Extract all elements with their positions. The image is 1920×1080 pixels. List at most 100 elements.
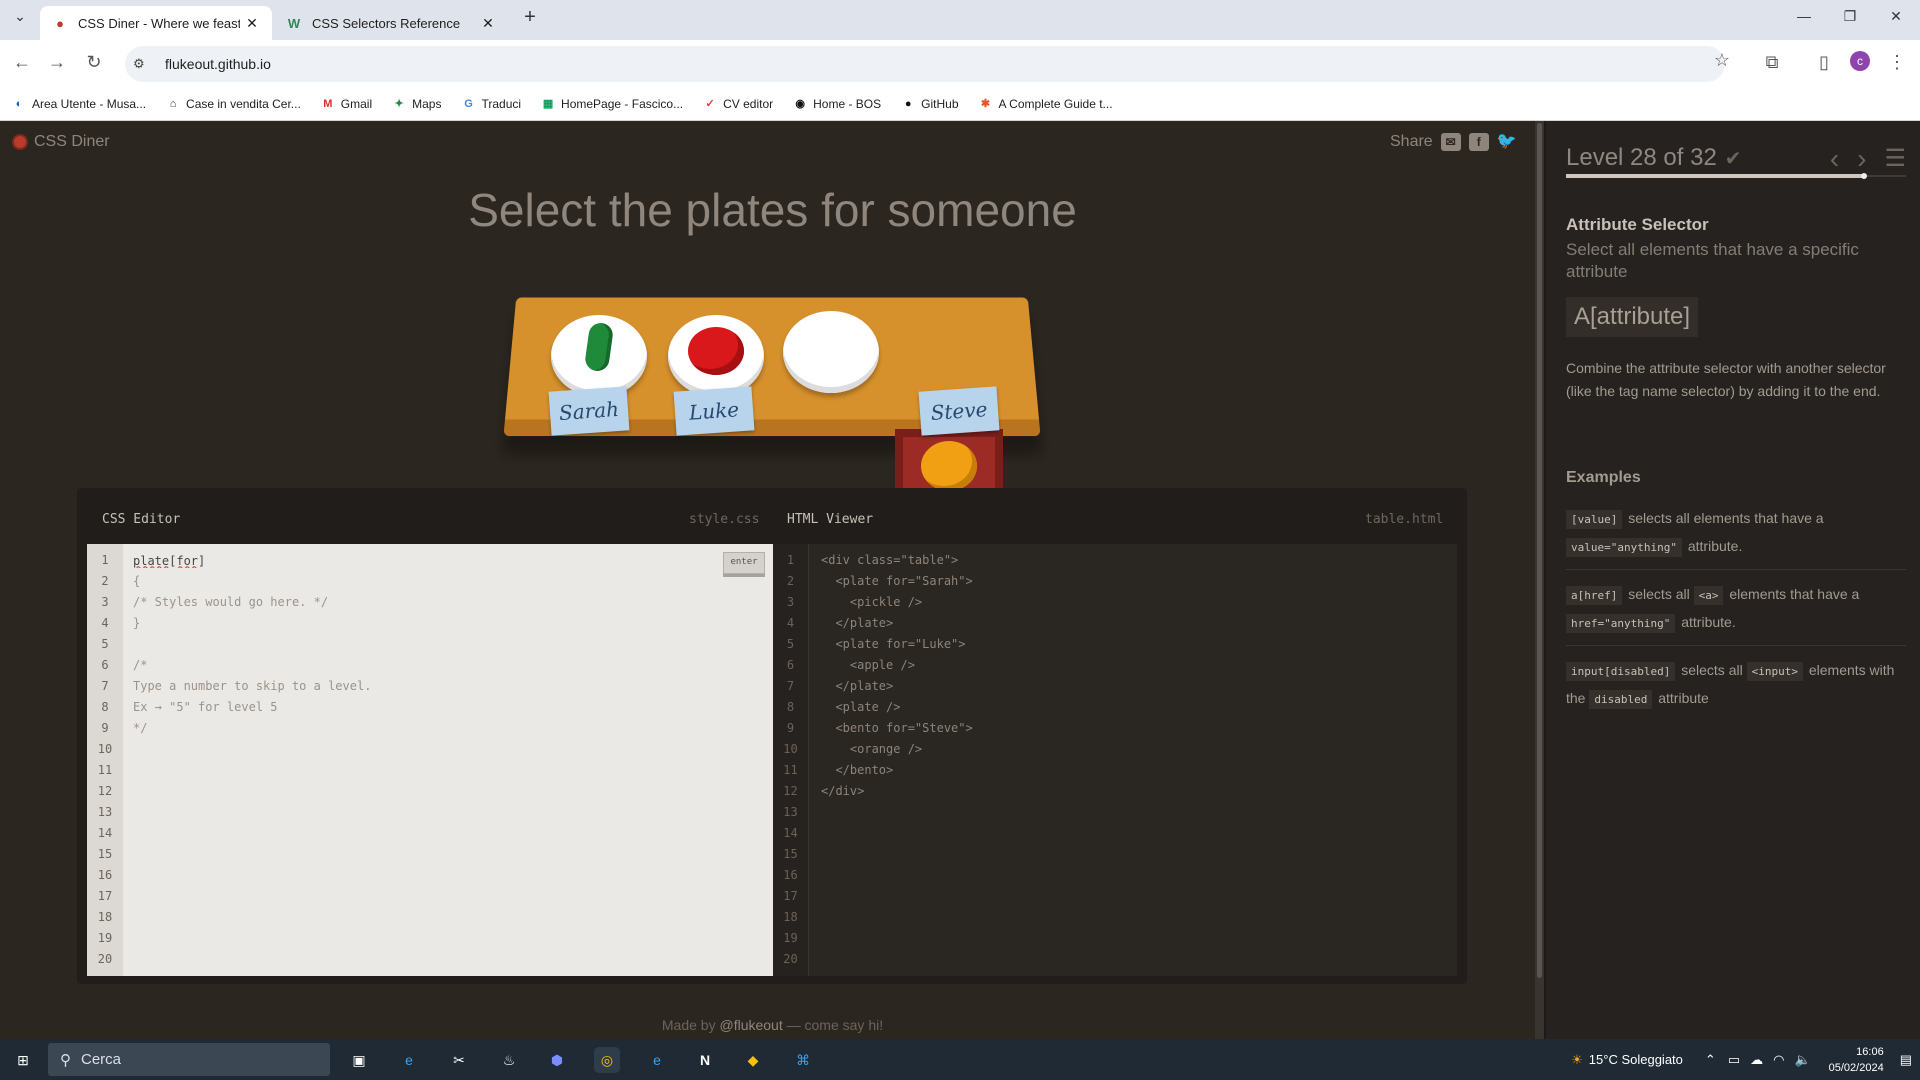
css-code: { /* Styles would go here. */ } /* Type … — [133, 574, 372, 735]
profile-avatar[interactable]: c — [1850, 51, 1870, 71]
steam-icon[interactable]: ♨ — [496, 1047, 522, 1073]
previous-level-icon[interactable]: ‹ — [1830, 141, 1839, 177]
weather-text[interactable]: 15°C Soleggiato — [1589, 1052, 1683, 1067]
author-link[interactable]: @flukeout — [719, 1017, 782, 1033]
vscode-icon[interactable]: ⌘ — [790, 1047, 816, 1073]
omnibox[interactable]: ⚙ flukeout.github.io — [125, 46, 1725, 82]
examples-title: Examples — [1566, 469, 1641, 486]
notion-icon[interactable]: N — [692, 1047, 718, 1073]
scrollbar[interactable] — [1535, 121, 1544, 1039]
bookmark-item[interactable]: ✱ A Complete Guide t... — [979, 97, 1113, 111]
facebook-icon[interactable]: f — [1468, 133, 1489, 151]
new-tab-icon[interactable]: + — [518, 6, 542, 29]
bookmark-item[interactable]: ✓ CV editor — [703, 97, 773, 111]
game-area: CSS Diner Share ✉ f 🐦 Select the plates for… — [0, 121, 1536, 1039]
plate-sarah[interactable] — [551, 315, 647, 397]
tab-css-reference[interactable]: W CSS Selectors Reference ✕ — [276, 6, 508, 40]
display-icon[interactable]: ▭ — [1728, 1052, 1740, 1068]
bookmark-item[interactable]: ◉ Home - BOS — [793, 97, 881, 111]
maps-icon: ✦ — [394, 98, 404, 110]
url-text[interactable]: flukeout.github.io — [165, 56, 271, 72]
taskbar-search[interactable]: ⚲ Cerca — [48, 1043, 330, 1076]
taskbar: ⊞ ⚲ Cerca ▣ e ✂ ♨ ⬢ ◎ e N ◆ ⌘ ☀ 15°C Sole… — [0, 1039, 1920, 1080]
close-icon[interactable]: ✕ — [476, 15, 500, 32]
next-level-icon[interactable]: › — [1857, 141, 1866, 177]
back-icon[interactable]: ← — [10, 52, 34, 73]
volume-icon[interactable]: 🔈 — [1794, 1052, 1810, 1068]
line-numbers: 1 2 3 4 5 6 7 8 9 10 11 12 13 14 15 16 1… — [87, 544, 123, 976]
forward-icon[interactable]: → — [45, 52, 69, 73]
restore-icon[interactable]: ❐ — [1838, 8, 1862, 25]
capcut-icon[interactable]: ✂ — [446, 1047, 472, 1073]
bookmark-item[interactable]: ✦ Maps — [392, 97, 442, 111]
weather-icon[interactable]: ☀ — [1571, 1052, 1583, 1068]
css-editor-pane[interactable]: 1 2 3 4 5 6 7 8 9 10 11 12 13 14 15 16 1… — [87, 544, 773, 976]
site-info-icon[interactable]: ⚙ — [133, 56, 155, 72]
windows-start-icon[interactable]: ⊞ — [10, 1047, 36, 1073]
game-icon[interactable]: ◆ — [740, 1047, 766, 1073]
name-tag-steve: Steve — [918, 386, 1000, 436]
clock[interactable]: 16:06 05/02/2024 — [1829, 1044, 1884, 1076]
system-tray: ☀ 15°C Soleggiato ⌃ ▭ ☁ ◠ 🔈 16:06 05/02/2… — [1571, 1039, 1912, 1080]
editor: CSS Editor style.css HTML Viewer table.h… — [77, 488, 1467, 984]
pickle-icon[interactable] — [583, 321, 615, 373]
chrome-icon[interactable]: ◎ — [594, 1047, 620, 1073]
selector-name: Attribute Selector — [1566, 215, 1709, 234]
bos-icon: ◉ — [795, 98, 805, 110]
w3-icon: W — [287, 15, 301, 31]
minimize-icon[interactable]: — — [1792, 8, 1816, 24]
extensions-icon[interactable]: ⧉ — [1760, 52, 1784, 73]
tray-chevron-icon[interactable]: ⌃ — [1705, 1052, 1716, 1068]
mail-icon[interactable]: ✉ — [1440, 133, 1461, 151]
bookmark-item[interactable]: ▦ HomePage - Fascico... — [541, 97, 683, 111]
bookmark-star-icon[interactable]: ☆ — [1710, 50, 1734, 71]
bookmark-item[interactable]: M Gmail — [321, 97, 372, 111]
level-header: Level 28 of 32 ✔ ‹ › ☰ — [1566, 141, 1906, 179]
edge-icon[interactable]: e — [396, 1047, 422, 1073]
side-panel-icon[interactable]: ▯ — [1812, 52, 1836, 73]
task-view-icon[interactable]: ▣ — [346, 1047, 372, 1073]
hex-app-icon[interactable]: ⬢ — [544, 1047, 570, 1073]
plate-empty[interactable] — [783, 311, 879, 393]
reload-icon[interactable]: ↻ — [82, 52, 106, 73]
grid-icon: ▦ — [542, 98, 554, 110]
example-item: a[href] selects all <a> elements that ha… — [1566, 581, 1906, 646]
tab-search-icon[interactable]: ⌄ — [8, 8, 32, 25]
share: Share ✉ f 🐦 — [1390, 133, 1517, 151]
selector-title: Select all elements that have a specific… — [1566, 240, 1859, 281]
apple-icon[interactable] — [688, 327, 744, 375]
gmail-icon: M — [323, 97, 333, 110]
line-numbers: 1 2 3 4 5 6 7 8 9 10 11 12 13 14 15 16 1… — [773, 544, 809, 976]
html-file-name: table.html — [1365, 511, 1444, 527]
address-bar: ← → ↻ ⚙ flukeout.github.io ☆ ⧉ ▯ c ⋮ — [0, 40, 1920, 87]
bookmark-item[interactable]: G Traduci — [461, 97, 521, 111]
github-icon: ● — [904, 97, 912, 110]
plate-luke[interactable] — [668, 315, 764, 397]
twitter-icon[interactable]: 🐦 — [1497, 133, 1517, 151]
html-viewer-title: HTML Viewer — [787, 511, 874, 527]
bookmark-item[interactable]: ● GitHub — [901, 97, 959, 111]
bookmark-item[interactable]: ⌂ Case in vendita Cer... — [166, 97, 301, 111]
window-close-icon[interactable]: ✕ — [1884, 8, 1908, 25]
close-icon[interactable]: ✕ — [240, 15, 264, 32]
level-menu-icon[interactable]: ☰ — [1884, 141, 1906, 177]
name-tag-luke: Luke — [673, 386, 755, 436]
enter-button[interactable]: enter — [723, 552, 765, 574]
html-code[interactable]: <div class="table"> <plate for="Sarah"> … — [821, 550, 973, 802]
onedrive-icon[interactable]: ☁ — [1750, 1052, 1763, 1068]
wifi-icon[interactable]: ◠ — [1773, 1052, 1784, 1068]
name-tag-sarah: Sarah — [548, 386, 630, 436]
star-icon: ✱ — [980, 98, 991, 110]
orange-icon[interactable] — [921, 441, 977, 491]
tab-css-diner[interactable]: ● CSS Diner - Where we feast on ✕ — [40, 6, 272, 40]
notifications-icon[interactable]: ▤ — [1900, 1052, 1912, 1068]
menu-icon[interactable]: ⋮ — [1885, 52, 1909, 73]
css-selector-input[interactable] — [133, 550, 433, 571]
selector-syntax: A[attribute] — [1566, 297, 1699, 337]
css-editor-title: CSS Editor — [102, 511, 181, 527]
bookmark-item[interactable]: ◐ Area Utente - Musa... — [12, 97, 146, 111]
cv-icon: ✓ — [705, 98, 715, 110]
edge-beta-icon[interactable]: e — [644, 1047, 670, 1073]
red-dot-icon: ● — [56, 15, 64, 31]
logo[interactable]: CSS Diner — [12, 133, 110, 151]
